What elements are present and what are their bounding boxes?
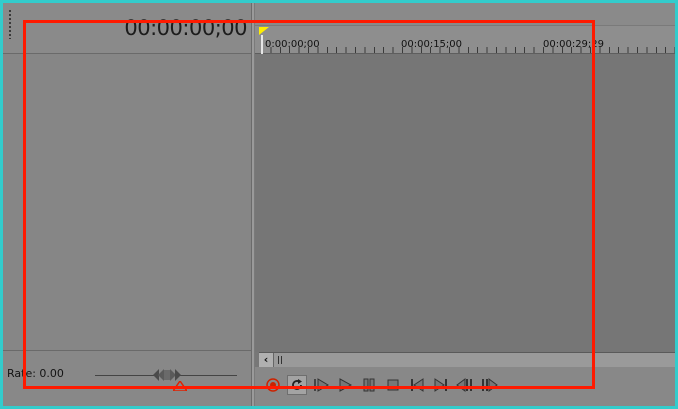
timeline-panel: 0:00:00;00 00:00:15;00 00:00:29;29 ‹ xyxy=(255,3,675,406)
transport-bar xyxy=(255,367,675,406)
go-to-end-button[interactable] xyxy=(431,375,451,395)
marker-bar[interactable] xyxy=(255,3,675,26)
time-ruler[interactable]: 0:00:00;00 00:00:15;00 00:00:29;29 xyxy=(255,3,675,55)
previous-frame-icon xyxy=(456,378,472,392)
go-to-start-button[interactable] xyxy=(407,375,427,395)
current-timecode: 00:00:00;00 xyxy=(124,16,247,40)
next-frame-icon xyxy=(482,378,498,392)
stop-button[interactable] xyxy=(383,375,403,395)
rate-bar: Rate: 0.00 xyxy=(3,350,253,406)
horizontal-scrollbar[interactable]: ‹ xyxy=(259,352,675,368)
pause-button[interactable] xyxy=(359,375,379,395)
pause-icon xyxy=(363,378,375,392)
scroll-thumb[interactable] xyxy=(278,356,284,364)
play-from-start-icon xyxy=(314,378,329,392)
play-from-start-button[interactable] xyxy=(311,375,331,395)
editor-window: 00:00:00;00 Rate: 0.00 0:00:00;00 00:00:… xyxy=(3,3,675,406)
record-icon xyxy=(266,378,280,392)
go-to-start-icon xyxy=(411,378,424,392)
rate-slider-thumb-icon[interactable] xyxy=(153,368,181,382)
play-button[interactable] xyxy=(335,375,355,395)
track-list[interactable] xyxy=(3,54,251,350)
go-to-end-icon xyxy=(434,378,447,392)
previous-frame-button[interactable] xyxy=(455,375,475,395)
ruler-ticks xyxy=(261,47,675,53)
stop-icon xyxy=(387,379,399,391)
loop-button[interactable] xyxy=(287,375,307,395)
playhead-cursor[interactable] xyxy=(261,35,263,55)
next-frame-button[interactable] xyxy=(479,375,499,395)
rate-label: Rate: 0.00 xyxy=(7,367,64,380)
timecode-strip: 00:00:00;00 xyxy=(3,3,253,54)
record-button[interactable] xyxy=(263,375,283,395)
panel-splitter[interactable] xyxy=(251,3,254,406)
rate-marker-icon xyxy=(173,381,187,391)
track-header-panel: 00:00:00;00 Rate: 0.00 xyxy=(3,3,253,406)
loop-icon xyxy=(292,379,302,390)
ruler-marker-icon[interactable] xyxy=(259,27,269,35)
play-icon xyxy=(339,378,352,392)
scroll-left-arrow-icon[interactable]: ‹ xyxy=(259,353,274,367)
panel-grip[interactable] xyxy=(8,9,12,39)
track-area[interactable] xyxy=(255,54,675,352)
